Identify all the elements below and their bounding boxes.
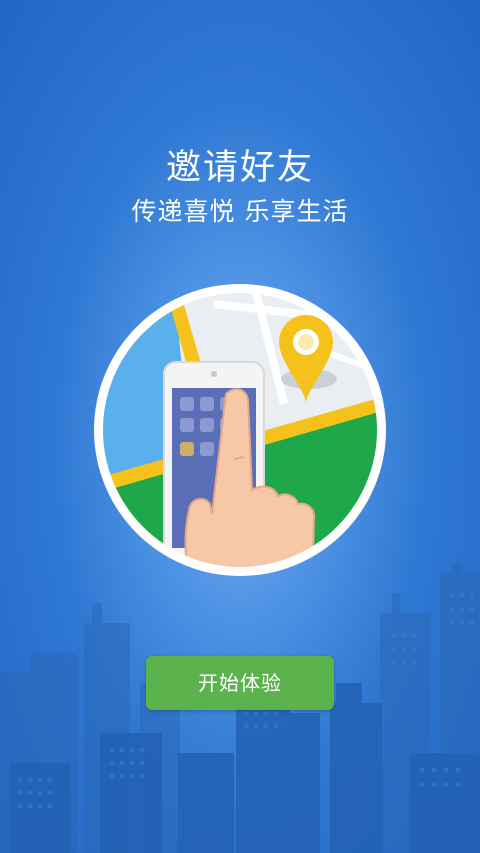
- phone-map-tap-icon: [94, 284, 386, 576]
- page-title: 邀请好友: [165, 148, 314, 188]
- page-subtitle: 传递喜悦 乐享生活: [131, 197, 349, 226]
- invite-splash-screen: 邀请好友 传递喜悦 乐享生活 开始体验: [0, 0, 480, 853]
- start-experience-button[interactable]: 开始体验: [146, 656, 334, 710]
